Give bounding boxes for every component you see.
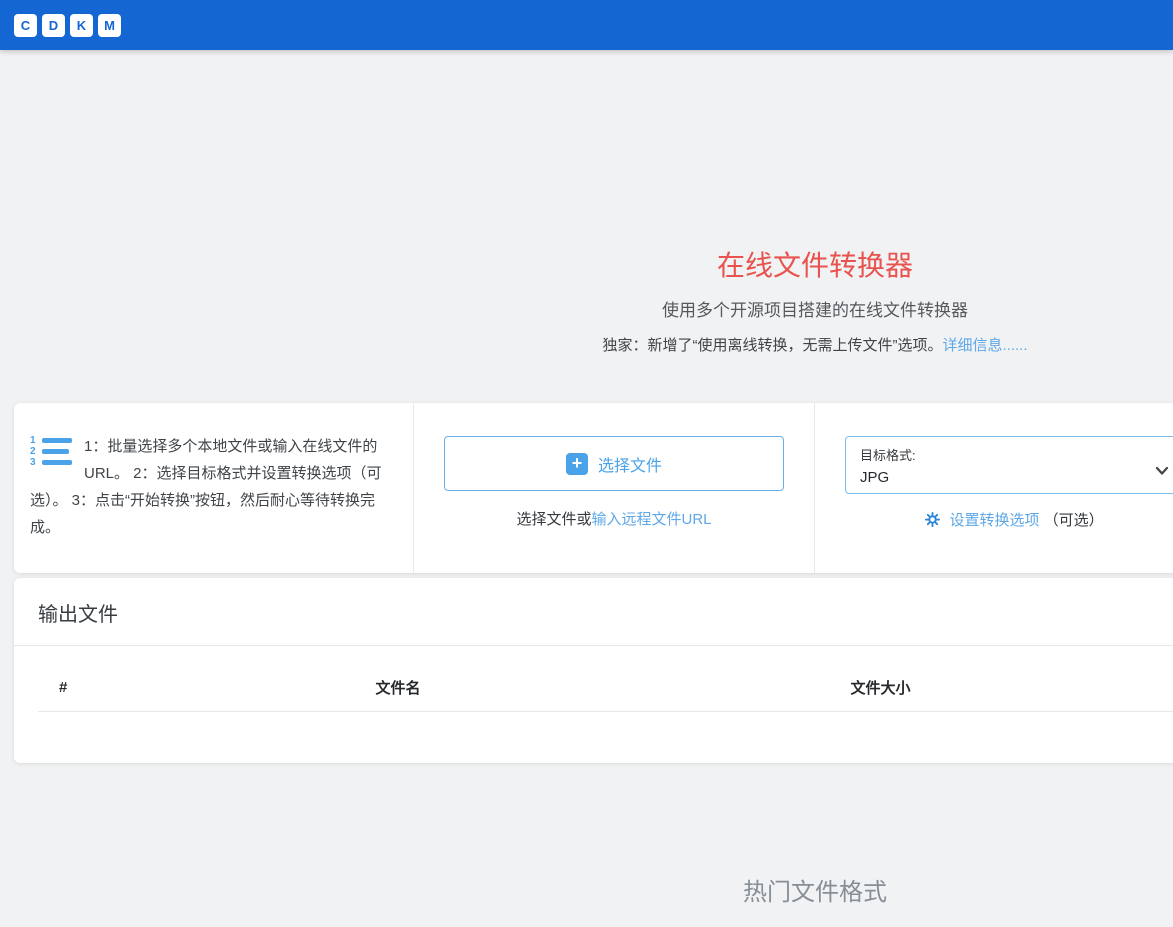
target-format-panel: 目标格式: JPG 设置转换选项 （可选） [815, 403, 1173, 573]
header-extra [1063, 664, 1173, 712]
file-hint-text: 选择文件或 [516, 511, 591, 528]
popular-formats-section: 热门文件格式 [0, 872, 1173, 907]
instructions-text: 1：批量选择多个本地文件或输入在线文件的URL。 2：选择目标格式并设置转换选项… [30, 438, 382, 536]
logo-letter-k: K [70, 14, 93, 37]
target-format-select[interactable]: 目标格式: JPG [845, 436, 1173, 494]
remote-url-link[interactable]: 输入远程文件URL [592, 511, 712, 528]
logo-letter-d: D [42, 14, 65, 37]
conversion-options-line: 设置转换选项 （可选） [845, 509, 1173, 531]
converter-card: 1 2 3 1：批量选择多个本地文件或输入在线文件的URL。 2：选择目标格式并… [14, 403, 1173, 573]
instructions-panel: 1 2 3 1：批量选择多个本地文件或输入在线文件的URL。 2：选择目标格式并… [14, 403, 414, 573]
hero-section: 在线文件转换器 使用多个开源项目搭建的在线文件转换器 独家：新增了“使用离线转换… [0, 250, 1173, 355]
output-files-card: 输出文件 # 文件名 文件大小 [14, 578, 1173, 763]
output-files-table: # 文件名 文件大小 [38, 664, 1173, 712]
plus-icon: + [566, 453, 588, 475]
header-index: # [38, 664, 98, 712]
list-number-1: 1 [30, 435, 39, 446]
target-format-label: 目标格式: [860, 445, 1169, 464]
ordered-list-icon: 1 2 3 [30, 435, 74, 468]
conversion-options-link[interactable]: 设置转换选项 [949, 512, 1039, 529]
gear-icon [925, 512, 940, 531]
popular-formats-title: 热门文件格式 [0, 872, 1173, 907]
conversion-options-suffix: （可选） [1044, 512, 1104, 529]
output-files-table-wrap: # 文件名 文件大小 [14, 646, 1173, 712]
promo-text: 独家：新增了“使用离线转换，无需上传文件”选项。 [602, 337, 942, 354]
promo-line: 独家：新增了“使用离线转换，无需上传文件”选项。详细信息...... [0, 334, 1173, 355]
table-header-row: # 文件名 文件大小 [38, 664, 1173, 712]
header-filename: 文件名 [98, 664, 698, 712]
file-hint: 选择文件或输入远程文件URL [444, 508, 784, 529]
output-files-title: 输出文件 [14, 578, 1173, 646]
chevron-down-icon [1155, 463, 1169, 481]
list-number-3: 3 [30, 457, 39, 468]
page-subtitle: 使用多个开源项目搭建的在线文件转换器 [0, 296, 1173, 321]
choose-file-label: 选择文件 [598, 452, 662, 476]
header-filesize: 文件大小 [698, 664, 1063, 712]
target-format-value: JPG [860, 469, 1169, 486]
file-chooser-panel: + 选择文件 选择文件或输入远程文件URL [414, 403, 815, 573]
logo-letter-m: M [98, 14, 121, 37]
logo-letter-c: C [14, 14, 37, 37]
page-title: 在线文件转换器 [0, 250, 1173, 282]
choose-file-button[interactable]: + 选择文件 [444, 436, 784, 491]
details-link[interactable]: 详细信息...... [942, 337, 1027, 354]
list-number-2: 2 [30, 446, 39, 457]
cdkm-logo[interactable]: C D K M [14, 14, 121, 37]
top-navbar: C D K M [0, 0, 1173, 50]
